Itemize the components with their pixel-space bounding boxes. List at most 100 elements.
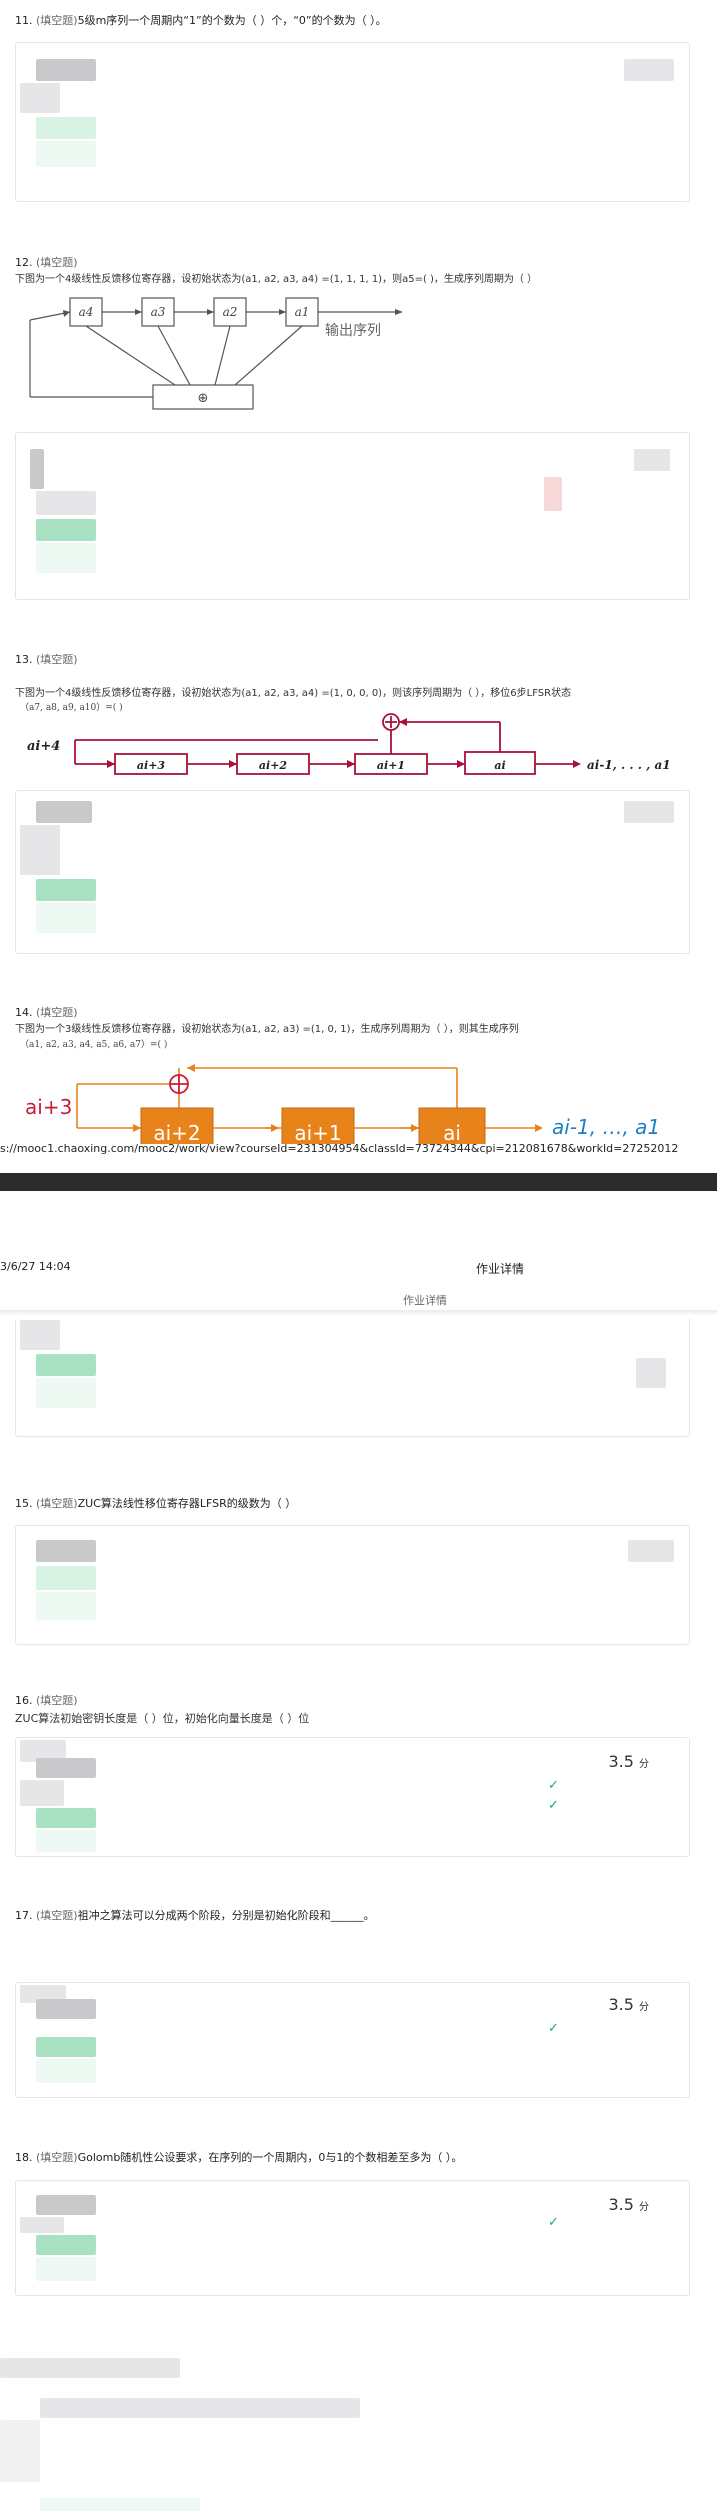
blurred-answer (36, 2235, 96, 2255)
q14-cell-label: ai (443, 1121, 461, 1144)
q17-score-value: 3.5 (608, 1995, 634, 2014)
blurred-answer (36, 1830, 96, 1852)
q11-answer-box (15, 42, 690, 202)
blurred-footer (40, 2498, 200, 2511)
blurred-score (624, 801, 674, 823)
q16-number: 16. (15, 1694, 33, 1707)
blurred-answer (36, 1354, 96, 1376)
q12-cell-label: a3 (151, 305, 166, 319)
q15-number: 15. (15, 1497, 33, 1510)
q18-number: 18. (15, 2151, 33, 2164)
blurred-mark (544, 477, 562, 511)
blurred-answer (36, 2195, 96, 2215)
blurred-answer (36, 543, 96, 573)
q13-heading: 13. (填空题) (15, 651, 78, 667)
page-url: s://mooc1.chaoxing.com/mooc2/work/view?c… (0, 1142, 679, 1155)
q14-cell-label: ai+2 (153, 1121, 200, 1144)
blurred-score (624, 59, 674, 81)
q13-answer-box (15, 790, 690, 954)
q17-number: 17. (15, 1909, 33, 1922)
q13-output-label: ai-1, . . . , a1 (587, 758, 671, 772)
q18-heading: 18. (填空题)Golomb随机性公设要求，在序列的一个周期内，0与1的个数相… (15, 2149, 462, 2165)
q14-cell-label: ai+1 (294, 1121, 341, 1144)
q13-cell-label: ai (494, 759, 505, 772)
q15-type: (填空题) (36, 1497, 78, 1510)
blurred-answer (36, 1566, 96, 1590)
blurred-answer (36, 1999, 96, 2019)
q13-cell-label: ai+1 (377, 759, 405, 772)
q14-output-label: ai-1, …, a1 (552, 1115, 660, 1139)
blurred-footer (0, 2358, 180, 2378)
q13-type: (填空题) (36, 653, 78, 666)
q11-type: (填空题) (36, 14, 78, 27)
q12-xor-symbol: ⊕ (198, 391, 209, 406)
q11-text: 5级m序列一个周期内“1”的个数为（ ）个，“0”的个数为（ ）。 (77, 14, 387, 27)
q15-heading: 15. (填空题)ZUC算法线性移位寄存器LFSR的级数为（ ） (15, 1495, 296, 1511)
q16-score-unit: 分 (639, 1759, 649, 1770)
q13-lfsr-diagram: ai+4 ai+3 ai+2 ai+1 ai ai-1, . . . , a1 (27, 713, 671, 775)
q12-lfsr-diagram: a4 a3 a2 a1 ⊕ 输出序列 (29, 297, 403, 410)
q18-score-unit: 分 (639, 2202, 649, 2213)
q11-heading: 11. (填空题)5级m序列一个周期内“1”的个数为（ ）个，“0”的个数为（ … (15, 12, 387, 28)
q17-score-unit: 分 (639, 2002, 649, 2013)
q18-type: (填空题) (36, 2151, 78, 2164)
page-subtitle: 作业详情 (403, 1294, 447, 1307)
q12-cell-label: a1 (295, 305, 310, 319)
q12-number: 12. (15, 256, 33, 269)
q17-text: 祖冲之算法可以分成两个阶段，分别是初始化阶段和______。 (77, 1909, 375, 1922)
q18-score: 3.5 分 (608, 2195, 649, 2214)
q12-cell-label: a4 (79, 305, 94, 319)
q13-input-label: ai+4 (27, 739, 60, 754)
q16-score-value: 3.5 (608, 1752, 634, 1771)
blurred-answer (36, 2059, 96, 2083)
blurred-answer (36, 1378, 96, 1408)
q17-score: 3.5 分 (608, 1995, 649, 2014)
blurred-answer (20, 2217, 64, 2233)
q18-answer-box: 3.5 分 ✓ (15, 2180, 690, 2296)
q15-text: ZUC算法线性移位寄存器LFSR的级数为（ ） (77, 1497, 297, 1510)
blurred-answer (36, 1540, 96, 1562)
print-title: 作业详情 (476, 1262, 525, 1276)
q12-type: (填空题) (36, 256, 78, 269)
q13-cell-label: ai+3 (137, 759, 166, 772)
blurred-score (636, 1358, 666, 1388)
correct-check-icon: ✓ (548, 2021, 559, 2036)
blurred-footer (40, 2398, 360, 2418)
q17-type: (填空题) (36, 1909, 78, 1922)
correct-check-icon: ✓ (548, 1778, 559, 1793)
blurred-answer (20, 825, 60, 875)
q11-number: 11. (15, 14, 33, 27)
blurred-answer (20, 1320, 60, 1350)
correct-check-icon: ✓ (548, 2215, 559, 2230)
q16-heading: 16. (填空题) (15, 1692, 78, 1708)
blurred-footer (0, 2420, 40, 2482)
blurred-answer (20, 83, 60, 113)
blurred-answer (36, 117, 96, 139)
q12-answer-box (15, 432, 690, 600)
q14-number: 14. (15, 1006, 33, 1019)
q12-heading: 12. (填空题) (15, 254, 78, 270)
blurred-answer (36, 879, 96, 901)
q16-answer-box: 3.5 分 ✓ ✓ (15, 1737, 690, 1857)
blurred-answer (36, 2257, 96, 2281)
q14-heading: 14. (填空题) (15, 1004, 78, 1020)
blurred-answer (36, 1808, 96, 1828)
q14-lfsr-diagram: ai+3 ai+2 ai+1 ai ai-1, …, a1 (25, 1064, 660, 1144)
q13-cell-label: ai+2 (259, 759, 288, 772)
q14-answer-box (15, 1318, 690, 1437)
header-shadow (0, 1310, 717, 1316)
blurred-answer (36, 801, 92, 823)
q18-score-value: 3.5 (608, 2195, 634, 2214)
blurred-answer (30, 449, 44, 489)
q12-output-label: 输出序列 (325, 323, 381, 339)
q14-type: (填空题) (36, 1006, 78, 1019)
q14-text: 下图为一个3级线性反馈移位寄存器，设初始状态为(a1, a2, a3) =(1,… (15, 1024, 519, 1035)
blurred-score (628, 1540, 674, 1562)
blurred-answer (36, 519, 96, 541)
q14-text2: （a1, a2, a3, a4, a5, a6, a7）=( ) (20, 1040, 168, 1050)
q15-answer-box (15, 1525, 690, 1645)
blurred-answer (36, 1758, 96, 1778)
q12-cell-label: a2 (223, 305, 238, 319)
correct-check-icon: ✓ (548, 1798, 559, 1813)
q14-input-label: ai+3 (25, 1095, 72, 1119)
